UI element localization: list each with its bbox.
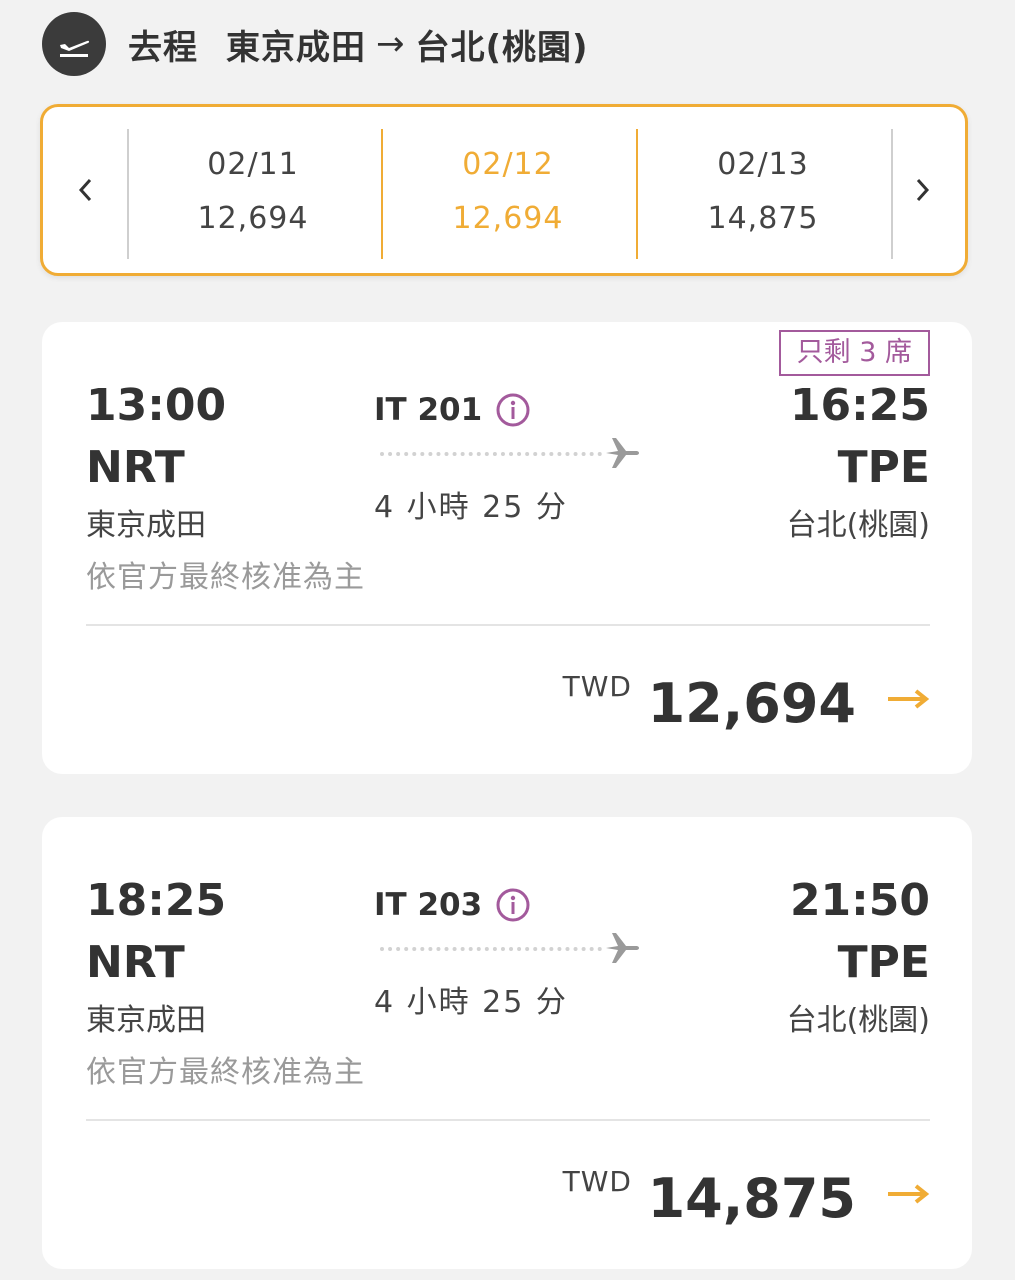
trip-header: 去程 東京成田 → 台北(桃園) xyxy=(42,12,589,76)
route-arrow: → xyxy=(376,24,406,64)
info-icon[interactable] xyxy=(496,888,530,922)
flight-number: IT 201 xyxy=(374,392,530,428)
select-flight-button[interactable]: TWD 12,694 xyxy=(430,662,930,742)
arrival-time: 21:50 xyxy=(789,875,930,926)
seats-left-badge: 只剩 3 席 xyxy=(778,330,930,376)
plane-departure-icon xyxy=(42,12,106,76)
date-option-3[interactable]: 02/13 14,875 xyxy=(637,107,889,273)
departure-code: NRT xyxy=(86,937,185,988)
arrival-code: TPE xyxy=(837,442,930,493)
arrow-right-icon xyxy=(888,689,930,709)
approval-note: 依官方最終核准為主 xyxy=(86,1055,365,1090)
date-option-2-selected[interactable]: 02/12 12,694 xyxy=(382,107,634,273)
arrival-city: 台北(桃園) xyxy=(786,508,930,543)
select-flight-button[interactable]: TWD 14,875 xyxy=(430,1157,930,1237)
arrow-right-icon xyxy=(888,1184,930,1204)
next-date-button[interactable] xyxy=(881,107,965,273)
chevron-left-icon xyxy=(78,178,92,202)
flight-path-dots xyxy=(380,452,602,456)
plane-icon xyxy=(606,933,639,963)
date-label: 02/11 xyxy=(207,147,299,182)
chevron-right-icon xyxy=(916,178,930,202)
header-title: 去程 東京成田 → 台北(桃園) xyxy=(128,20,589,69)
departure-city: 東京成田 xyxy=(86,508,206,543)
date-option-1[interactable]: 02/11 12,694 xyxy=(127,107,379,273)
flight-path-dots xyxy=(380,947,602,951)
date-price: 12,694 xyxy=(452,201,564,236)
flight-card[interactable]: 18:25 NRT 東京成田 依官方最終核准為主 IT 203 4 小時 25 … xyxy=(42,817,972,1269)
date-label: 02/13 xyxy=(717,147,809,182)
departure-city: 東京成田 xyxy=(86,1003,206,1038)
flight-number: IT 203 xyxy=(374,887,530,923)
date-price: 14,875 xyxy=(707,201,819,236)
approval-note: 依官方最終核准為主 xyxy=(86,560,365,595)
flight-duration: 4 小時 25 分 xyxy=(374,490,568,525)
info-icon[interactable] xyxy=(496,393,530,427)
flight-price: 14,875 xyxy=(647,1167,856,1230)
prev-date-button[interactable] xyxy=(43,107,127,273)
date-selector: 02/11 12,694 02/12 12,694 02/13 14,875 xyxy=(40,104,968,276)
flight-card[interactable]: 只剩 3 席 13:00 NRT 東京成田 依官方最終核准為主 IT 201 4… xyxy=(42,322,972,774)
date-label: 02/12 xyxy=(462,147,554,182)
destination-city: 台北(桃園) xyxy=(415,27,589,68)
date-price: 12,694 xyxy=(197,201,309,236)
departure-code: NRT xyxy=(86,442,185,493)
card-divider xyxy=(86,1119,930,1121)
flight-number-label: IT 203 xyxy=(374,887,483,923)
currency-label: TWD xyxy=(562,1165,632,1198)
flight-number-label: IT 201 xyxy=(374,392,483,428)
arrival-time: 16:25 xyxy=(789,380,930,431)
origin-city: 東京成田 xyxy=(226,27,366,68)
card-divider xyxy=(86,624,930,626)
flight-duration: 4 小時 25 分 xyxy=(374,985,568,1020)
arrival-code: TPE xyxy=(837,937,930,988)
arrival-city: 台北(桃園) xyxy=(786,1003,930,1038)
departure-time: 18:25 xyxy=(86,875,227,926)
trip-direction-label: 去程 xyxy=(128,27,198,68)
flight-price: 12,694 xyxy=(647,672,856,735)
currency-label: TWD xyxy=(562,670,632,703)
departure-time: 13:00 xyxy=(86,380,227,431)
plane-icon xyxy=(606,438,639,468)
